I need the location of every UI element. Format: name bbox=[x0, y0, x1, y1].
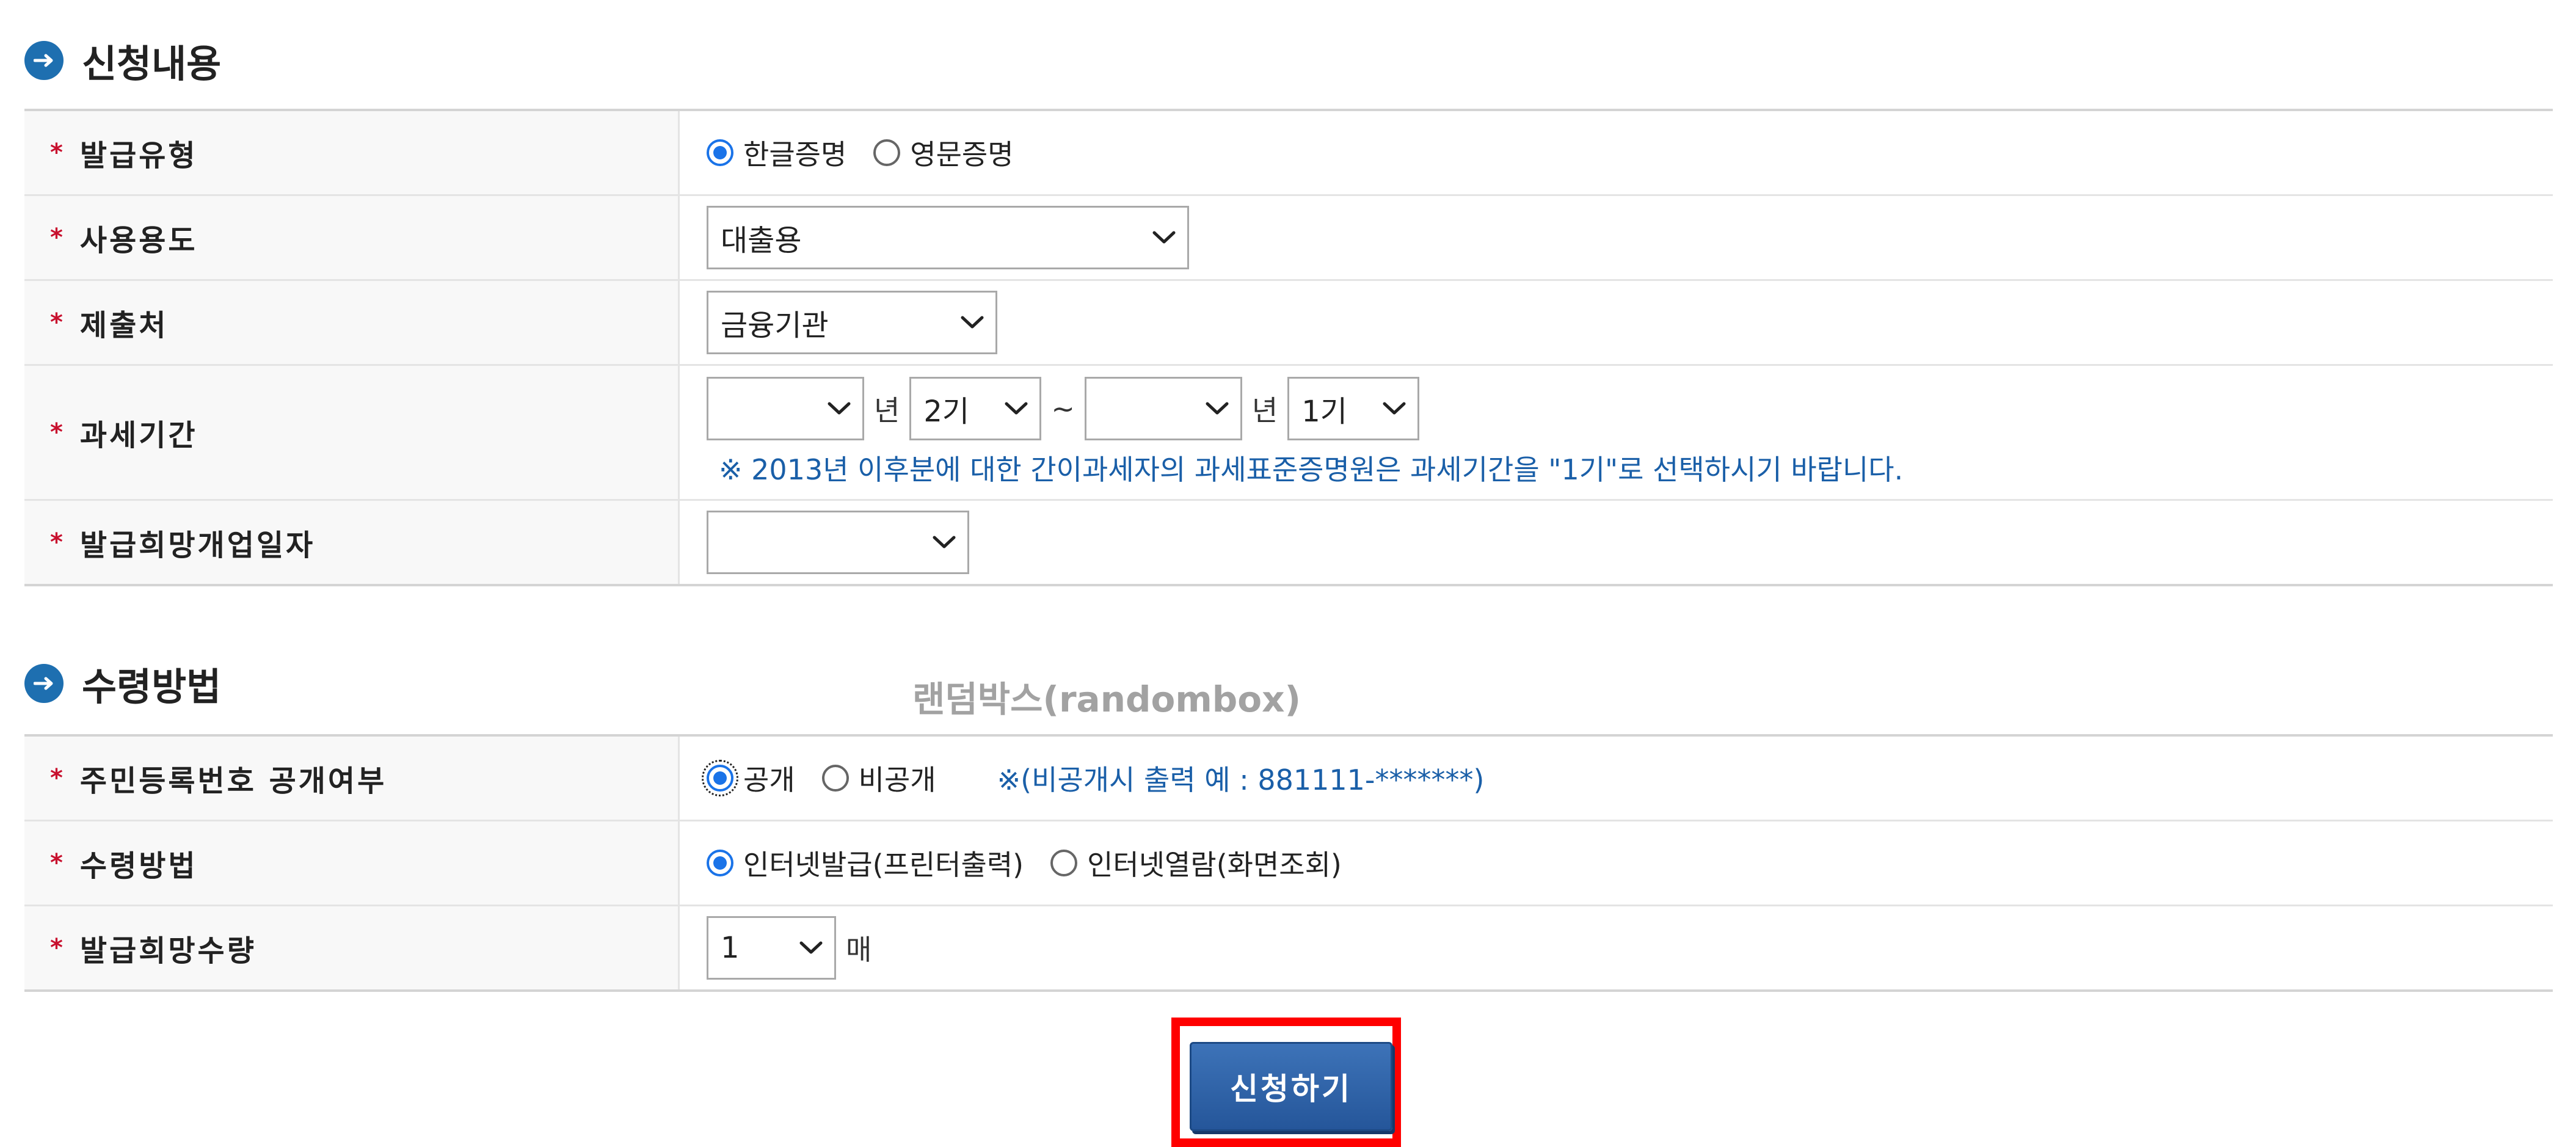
row-label-cell: * 발급희망수량 bbox=[24, 906, 680, 989]
required-star-icon: * bbox=[50, 849, 63, 877]
start-term-select[interactable]: 2기 bbox=[909, 377, 1042, 440]
arrow-right-circle-icon bbox=[24, 41, 64, 80]
row-value-cell: 1 매 bbox=[680, 906, 2553, 989]
row-id-disclosure: * 주민등록번호 공개여부 공개 비공개 ※(비공개시 출력 예 : 88111… bbox=[24, 737, 2553, 821]
row-label-cell: * 발급유형 bbox=[24, 111, 680, 194]
required-star-icon: * bbox=[50, 418, 63, 446]
chevron-down-icon bbox=[1382, 401, 1406, 416]
row-label-cell: * 발급희망개업일자 bbox=[24, 501, 680, 584]
end-year-select[interactable] bbox=[1084, 377, 1242, 440]
row-label-cell: * 과세기간 bbox=[24, 366, 680, 499]
row-value-cell: 년 2기 ~ 년 1기 ※ 2013년 이후분에 대한 간이과세자의 과세표준증… bbox=[680, 366, 2553, 499]
submit-button[interactable]: 신청하기 bbox=[1190, 1042, 1392, 1131]
radio-unchecked-icon[interactable] bbox=[821, 765, 849, 792]
chevron-down-icon bbox=[932, 535, 956, 550]
radio-checked-icon[interactable] bbox=[707, 139, 733, 166]
row-label-cell: * 사용용도 bbox=[24, 196, 680, 279]
row-quantity: * 발급희망수량 1 매 bbox=[24, 906, 2553, 989]
submit-to-select[interactable]: 금융기관 bbox=[707, 291, 997, 354]
application-form-table: * 발급유형 한글증명 영문증명 * 사용용도 대출용 * 제출처 금융기관 *… bbox=[24, 109, 2553, 586]
section-title-receive-method: 수령방법 bbox=[24, 656, 221, 711]
row-label-cell: * 수령방법 bbox=[24, 821, 680, 905]
id-disclosure-note: ※(비공개시 출력 예 : 881111-*******) bbox=[997, 763, 1485, 796]
row-purpose: * 사용용도 대출용 bbox=[24, 196, 2553, 281]
required-star-icon: * bbox=[50, 528, 63, 556]
row-value-cell: 금융기관 bbox=[680, 281, 2553, 364]
section-title-application: 신청내용 bbox=[24, 33, 221, 88]
required-star-icon: * bbox=[50, 224, 63, 252]
quantity-select[interactable]: 1 bbox=[707, 916, 836, 980]
row-value-cell: 한글증명 영문증명 bbox=[680, 111, 2553, 194]
tax-period-note: ※ 2013년 이후분에 대한 간이과세자의 과세표준증명원은 과세기간을 "1… bbox=[719, 453, 1904, 486]
tax-period-selects: 년 2기 ~ 년 1기 bbox=[707, 377, 1903, 440]
open-date-select[interactable] bbox=[707, 511, 969, 574]
row-value-cell: 공개 비공개 ※(비공개시 출력 예 : 881111-*******) bbox=[680, 737, 2553, 820]
radio-checked-icon[interactable] bbox=[702, 760, 738, 796]
purpose-select[interactable]: 대출용 bbox=[707, 206, 1189, 269]
row-issue-type: * 발급유형 한글증명 영문증명 bbox=[24, 111, 2553, 196]
row-open-date: * 발급희망개업일자 bbox=[24, 501, 2553, 584]
radio-korean-certificate[interactable]: 한글증명 bbox=[707, 133, 846, 173]
required-star-icon: * bbox=[50, 308, 63, 337]
arrow-right-circle-icon bbox=[24, 664, 64, 703]
watermark-text: 랜덤박스(randombox) bbox=[912, 679, 1301, 720]
row-receive-method: * 수령방법 인터넷발급(프린터출력) 인터넷열람(화면조회) bbox=[24, 821, 2553, 906]
start-year-select[interactable] bbox=[707, 377, 864, 440]
chevron-down-icon bbox=[1004, 401, 1028, 416]
chevron-down-icon bbox=[799, 941, 823, 955]
chevron-down-icon bbox=[960, 315, 984, 330]
required-star-icon: * bbox=[50, 139, 63, 167]
row-value-cell: 대출용 bbox=[680, 196, 2553, 279]
row-value-cell: 인터넷발급(프린터출력) 인터넷열람(화면조회) bbox=[680, 821, 2553, 905]
radio-internet-view[interactable]: 인터넷열람(화면조회) bbox=[1050, 843, 1342, 883]
chevron-down-icon bbox=[1205, 401, 1229, 416]
row-value-cell bbox=[680, 501, 2553, 584]
radio-disclose[interactable]: 공개 bbox=[702, 758, 795, 798]
required-star-icon: * bbox=[50, 934, 63, 962]
tax-period-controls: 년 2기 ~ 년 1기 ※ 2013년 이후분에 대한 간이과세자의 과세표준증… bbox=[707, 377, 1903, 488]
required-star-icon: * bbox=[50, 764, 63, 792]
radio-unchecked-icon[interactable] bbox=[873, 139, 901, 166]
row-submit-to: * 제출처 금융기관 bbox=[24, 281, 2553, 366]
chevron-down-icon bbox=[827, 401, 851, 416]
radio-not-disclose[interactable]: 비공개 bbox=[821, 758, 936, 798]
row-label-cell: * 주민등록번호 공개여부 bbox=[24, 737, 680, 820]
radio-english-certificate[interactable]: 영문증명 bbox=[873, 133, 1014, 173]
chevron-down-icon bbox=[1152, 230, 1176, 245]
end-term-select[interactable]: 1기 bbox=[1287, 377, 1420, 440]
row-label-cell: * 제출처 bbox=[24, 281, 680, 364]
radio-checked-icon[interactable] bbox=[707, 850, 733, 876]
radio-internet-issue[interactable]: 인터넷발급(프린터출력) bbox=[707, 843, 1024, 883]
tax-period-note-line: ※ 2013년 이후분에 대한 간이과세자의 과세표준증명원은 과세기간을 "1… bbox=[707, 448, 1903, 488]
radio-unchecked-icon[interactable] bbox=[1050, 850, 1078, 876]
row-tax-period: * 과세기간 년 2기 ~ 년 1기 ※ 2013년 이후분에 대한 간이과세자… bbox=[24, 366, 2553, 501]
receive-form-table: * 주민등록번호 공개여부 공개 비공개 ※(비공개시 출력 예 : 88111… bbox=[24, 734, 2553, 992]
